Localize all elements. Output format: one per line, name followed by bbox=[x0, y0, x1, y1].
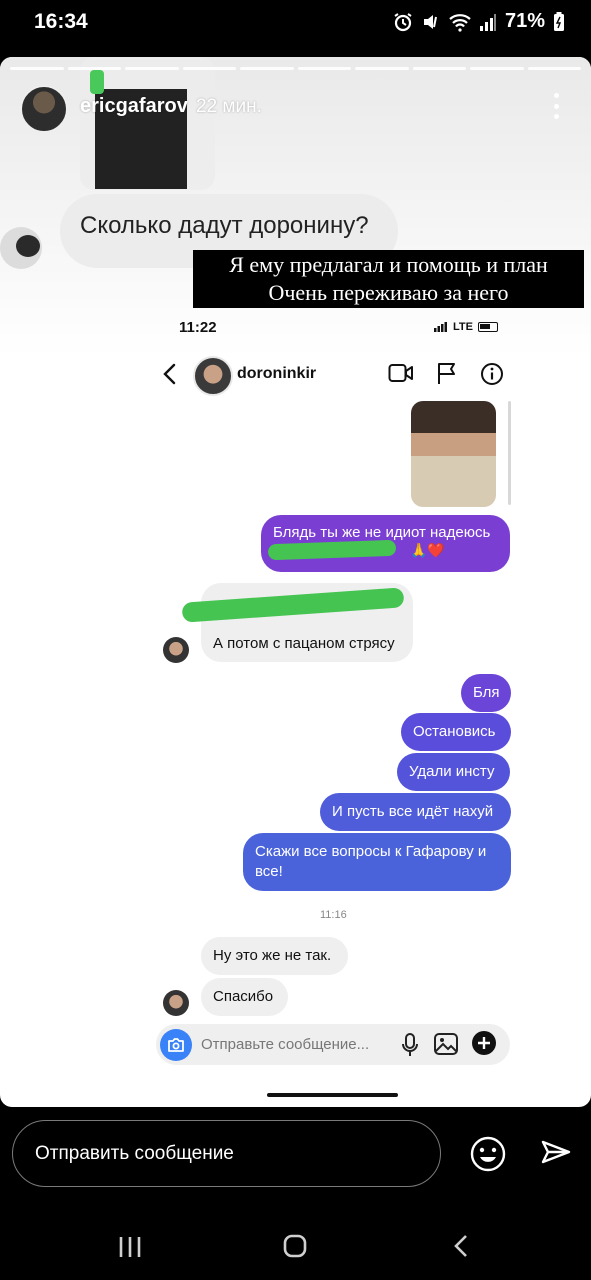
outgoing-message: Остановись bbox=[401, 713, 511, 751]
outgoing-message: Бля bbox=[461, 674, 511, 712]
embedded-story-blur bbox=[90, 70, 104, 94]
message-text: Остановись bbox=[413, 723, 496, 740]
status-time: 16:34 bbox=[34, 10, 88, 33]
microphone-icon[interactable] bbox=[401, 1032, 419, 1058]
emoji-icon[interactable] bbox=[469, 1135, 507, 1173]
video-call-icon[interactable] bbox=[388, 363, 414, 383]
chat-status-time: 11:22 bbox=[179, 319, 217, 336]
composer-placeholder[interactable]: Отправьте сообщение... bbox=[201, 1036, 369, 1053]
story-caption: Я ему предлагал и помощь и план Очень пе… bbox=[193, 250, 584, 308]
message-text: А потом с пацаном стрясу bbox=[213, 635, 395, 652]
time-separator: 11:16 bbox=[320, 909, 347, 921]
chat-username[interactable]: doroninkir bbox=[237, 365, 316, 383]
incoming-message: Спасибо bbox=[201, 978, 288, 1016]
home-indicator bbox=[267, 1093, 398, 1097]
plus-icon[interactable] bbox=[472, 1031, 496, 1055]
story-author-avatar[interactable] bbox=[20, 85, 68, 133]
question-avatar-image bbox=[16, 235, 40, 257]
signal-icon bbox=[434, 322, 447, 332]
message-text: Бля bbox=[473, 684, 500, 701]
message-text: Блядь ты же не идиот надеюсь bbox=[273, 524, 491, 541]
info-icon[interactable] bbox=[480, 362, 504, 386]
battery-icon bbox=[477, 322, 498, 332]
incoming-message: Ну это же не так. bbox=[201, 937, 348, 975]
outgoing-message: Скажи все вопросы к Гафарову и все! bbox=[243, 833, 511, 891]
message-text: Спасибо bbox=[213, 988, 274, 1005]
flag-icon[interactable] bbox=[436, 362, 458, 386]
back-icon[interactable] bbox=[452, 1234, 470, 1258]
gallery-icon[interactable] bbox=[433, 1032, 459, 1056]
chat-status-icons: LTE bbox=[434, 321, 498, 333]
chat-avatar[interactable] bbox=[193, 356, 233, 396]
sender-avatar[interactable] bbox=[163, 990, 189, 1016]
mute-icon bbox=[423, 14, 437, 29]
question-text: Сколько дадут доронину? bbox=[80, 212, 369, 239]
sender-avatar[interactable] bbox=[163, 637, 189, 663]
message-text: Удали инсту bbox=[409, 763, 495, 780]
outgoing-message: И пусть все идёт нахуй bbox=[320, 793, 511, 831]
message-text: Скажи все вопросы к Гафарову и все! bbox=[255, 843, 487, 880]
message-text: Ну это же не так. bbox=[213, 947, 332, 964]
caption-line-2: Очень переживаю за него bbox=[268, 280, 509, 305]
camera-icon[interactable] bbox=[160, 1029, 192, 1061]
battery-icon bbox=[554, 11, 564, 31]
alarm-icon bbox=[394, 12, 412, 31]
chat-scrollbar bbox=[508, 401, 511, 505]
story-progress-bar bbox=[10, 67, 581, 70]
message-text: И пусть все идёт нахуй bbox=[332, 803, 494, 820]
reply-placeholder[interactable]: Отправить сообщение bbox=[35, 1143, 234, 1165]
story-username[interactable]: ericgafarov bbox=[80, 95, 188, 118]
back-chevron-icon[interactable] bbox=[162, 363, 178, 385]
wifi-icon bbox=[449, 13, 471, 32]
recent-apps-icon[interactable] bbox=[118, 1235, 142, 1259]
photo-message[interactable] bbox=[411, 401, 496, 507]
story-frame[interactable]: ericgafarov 22 мин. Сколько дадут дорони… bbox=[0, 57, 591, 1107]
send-icon[interactable] bbox=[540, 1138, 572, 1170]
network-label: LTE bbox=[453, 321, 473, 333]
message-emoji: 🙏❤️ bbox=[410, 542, 445, 558]
story-time-ago: 22 мин. bbox=[196, 96, 262, 117]
home-icon[interactable] bbox=[283, 1234, 307, 1258]
battery-percent: 71% bbox=[504, 10, 545, 32]
caption-line-1: Я ему предлагал и помощь и план bbox=[229, 252, 548, 277]
signal-icon bbox=[479, 13, 496, 31]
outgoing-message: Удали инсту bbox=[397, 753, 510, 791]
status-icons: 71% bbox=[393, 10, 565, 33]
more-options-icon[interactable] bbox=[550, 93, 562, 119]
